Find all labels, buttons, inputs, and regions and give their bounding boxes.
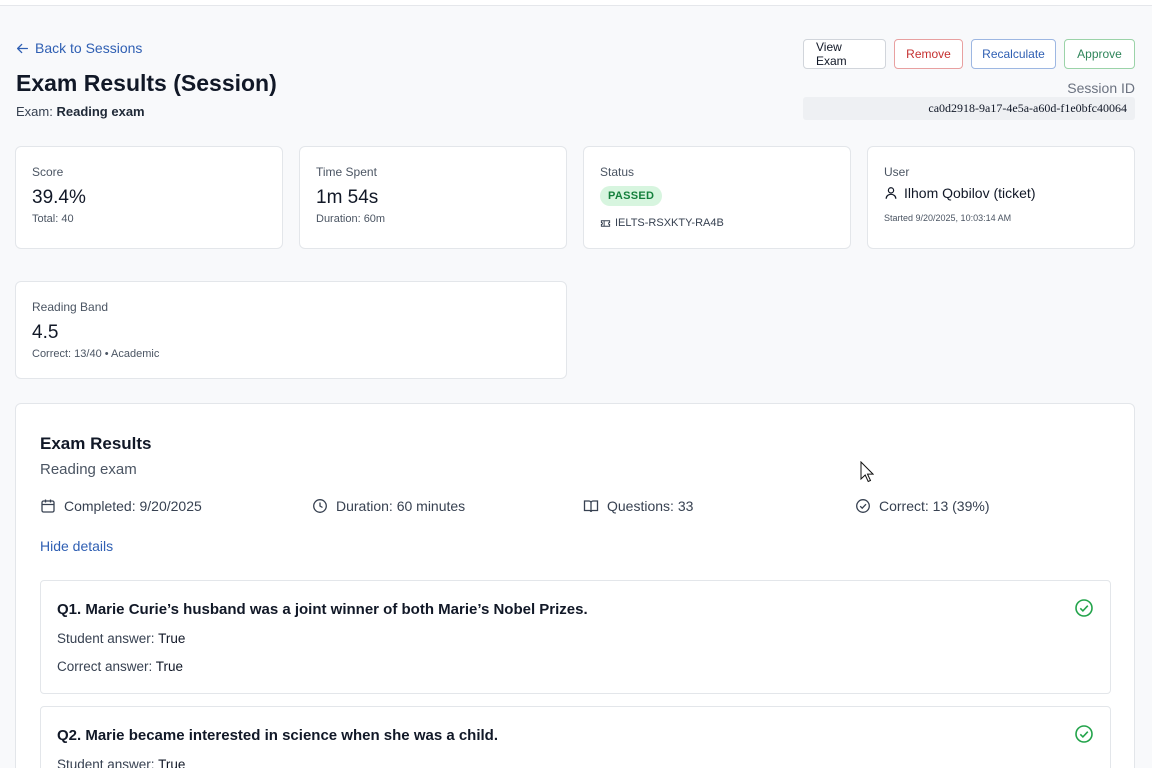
student-answer-value: True (158, 757, 186, 768)
user-label: User (884, 165, 910, 179)
results-title: Exam Results (40, 434, 152, 453)
top-bar (0, 0, 1152, 6)
exam-subtitle: Exam: Reading exam (16, 104, 145, 119)
session-id-value: ca0d2918-9a17-4e5a-a60d-f1e0bfc40064 (803, 97, 1135, 120)
hide-details-link[interactable]: Hide details (40, 538, 113, 554)
score-card: Score 39.4% Total: 40 (15, 146, 283, 249)
questions-text: Questions: 33 (607, 498, 694, 514)
reading-band-card: Reading Band 4.5 Correct: 13/40 • Academ… (15, 281, 567, 379)
completed-stat: Completed: 9/20/2025 (40, 498, 202, 514)
page-title: Exam Results (Session) (16, 70, 277, 96)
duration-stat: Duration: 60 minutes (312, 498, 465, 514)
exam-name: Reading exam (56, 104, 145, 119)
ticket-icon (600, 219, 611, 227)
question-text: Q2. Marie became interested in science w… (57, 727, 499, 744)
check-circle-icon (856, 499, 870, 513)
student-answer-label: Student answer: (57, 631, 155, 646)
duration-text: Duration: 60m (316, 213, 386, 225)
ticket-code-text: IELTS-RSXKTY-RA4B (615, 217, 724, 229)
view-exam-button[interactable]: View Exam (803, 39, 886, 69)
back-to-sessions-link[interactable]: Back to Sessions (16, 40, 142, 56)
status-label: Status (600, 165, 635, 179)
recalculate-button[interactable]: Recalculate (971, 39, 1056, 69)
student-answer-value: True (158, 631, 186, 646)
user-name: Ilhom Qobilov (ticket) (884, 185, 1035, 201)
reading-band-sub: Correct: 13/40 • Academic (32, 348, 160, 360)
calendar-icon (41, 499, 55, 513)
approve-button[interactable]: Approve (1064, 39, 1135, 69)
exam-prefix: Exam: (16, 104, 53, 119)
results-subtitle: Reading exam (40, 461, 137, 478)
student-answer-line: Student answer: True (57, 757, 185, 768)
reading-band-value: 4.5 (32, 322, 59, 343)
ticket-code: IELTS-RSXKTY-RA4B (600, 217, 724, 229)
question-text: Q1. Marie Curie’s husband was a joint wi… (57, 601, 588, 618)
score-value: 39.4% (32, 187, 86, 208)
student-answer-line: Student answer: True (57, 631, 185, 646)
check-circle-icon (1075, 599, 1093, 617)
action-buttons: View Exam Remove Recalculate Approve (803, 39, 1135, 69)
started-time: Started 9/20/2025, 10:03:14 AM (884, 213, 1012, 223)
questions-stat: Questions: 33 (583, 498, 693, 514)
correct-answer-label: Correct answer: (57, 659, 153, 674)
question-card: Q2. Marie became interested in science w… (40, 706, 1111, 768)
correct-answer-line: Correct answer: True (57, 659, 183, 674)
cursor-icon (860, 461, 874, 483)
student-answer-label: Student answer: (57, 757, 155, 768)
check-circle-icon (1075, 725, 1093, 743)
correct-stat: Correct: 13 (39%) (855, 498, 989, 514)
question-card: Q1. Marie Curie’s husband was a joint wi… (40, 580, 1111, 694)
reading-band-label: Reading Band (32, 300, 109, 314)
arrow-left-icon (16, 43, 29, 53)
session-id-label: Session ID (1067, 80, 1135, 96)
correct-answer-value: True (155, 659, 184, 674)
exam-results-panel: Exam Results Reading exam Completed: 9/2… (15, 403, 1135, 768)
status-card: Status PASSED IELTS-RSXKTY-RA4B (583, 146, 851, 249)
status-badge: PASSED (600, 186, 663, 206)
clock-icon (313, 499, 327, 513)
user-card: User Ilhom Qobilov (ticket) Started 9/20… (867, 146, 1135, 249)
remove-button[interactable]: Remove (894, 39, 963, 69)
time-spent-value: 1m 54s (316, 187, 379, 208)
user-icon (885, 187, 897, 199)
completed-text: Completed: 9/20/2025 (64, 498, 202, 514)
user-name-text: Ilhom Qobilov (ticket) (904, 185, 1036, 201)
correct-text: Correct: 13 (39%) (879, 498, 990, 514)
time-spent-card: Time Spent 1m 54s Duration: 60m (299, 146, 567, 249)
book-open-icon (583, 500, 599, 513)
duration-text: Duration: 60 minutes (336, 498, 466, 514)
back-link-label: Back to Sessions (35, 40, 143, 56)
time-spent-label: Time Spent (316, 165, 377, 179)
score-total: Total: 40 (32, 213, 74, 225)
score-label: Score (32, 165, 64, 179)
